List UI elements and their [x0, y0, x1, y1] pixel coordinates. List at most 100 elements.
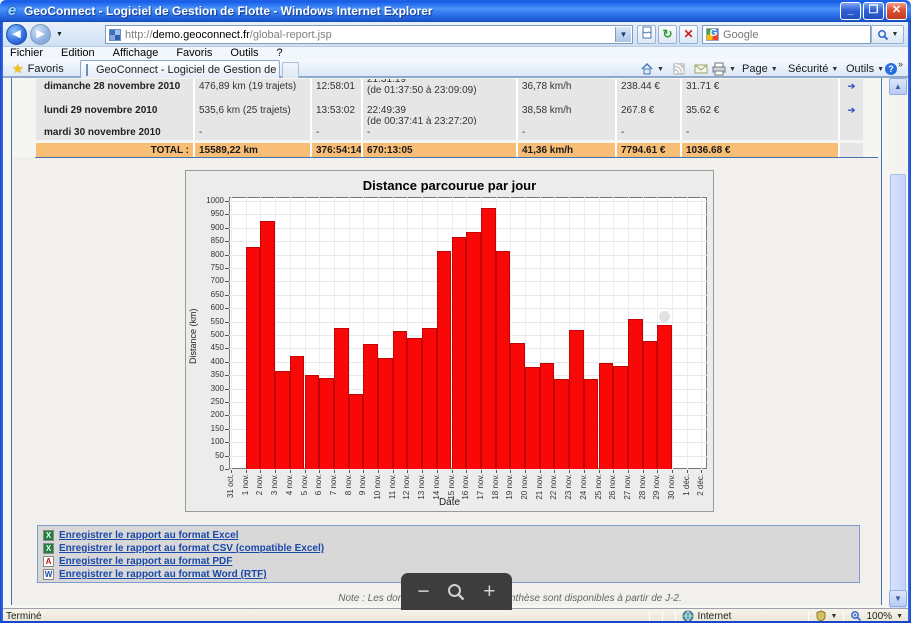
refresh-button[interactable]: ↻ — [658, 25, 677, 44]
chart-title: Distance parcourue par jour — [186, 178, 713, 193]
page-menu-button[interactable]: Page▼ — [742, 61, 778, 77]
total-cell: 41,36 km/h — [518, 143, 617, 157]
search-box[interactable]: G — [702, 25, 871, 44]
export-link[interactable]: Enregistrer le rapport au format PDF — [59, 556, 232, 567]
security-menu-button[interactable]: Sécurité▼ — [788, 61, 838, 77]
watermark-dot — [659, 311, 670, 322]
x-axis-tick — [525, 470, 526, 473]
y-axis-tick-label: 600 — [198, 304, 224, 312]
gridline-h — [229, 228, 707, 229]
search-input[interactable] — [723, 29, 853, 41]
table-cell: mardi 30 novembre 2010 — [36, 125, 195, 140]
menu-item-affichage[interactable]: Affichage — [113, 47, 159, 59]
history-dropdown-icon[interactable]: ▼ — [56, 31, 63, 38]
status-text: Terminé — [0, 611, 643, 622]
read-mail-button[interactable] — [694, 61, 708, 77]
table-bottom-rule — [35, 157, 878, 158]
window-title: GeoConnect - Logiciel de Gestion de Flot… — [24, 4, 433, 18]
export-link[interactable]: Enregistrer le rapport au format CSV (co… — [59, 543, 324, 554]
address-field[interactable]: http://demo.geoconnect.fr/global-report.… — [105, 25, 633, 44]
x-axis-tick — [334, 470, 335, 473]
row-detail-arrow-icon[interactable]: ➔ — [848, 81, 856, 91]
y-axis-tick — [225, 255, 229, 256]
chart-bar — [599, 363, 614, 469]
excel-file-icon: X — [43, 530, 54, 541]
mail-icon — [694, 62, 708, 76]
x-axis-tick-label: 1 nov. — [241, 474, 250, 495]
chart-bar — [363, 344, 378, 469]
zoom-out-button[interactable]: − — [417, 581, 429, 602]
row-detail-arrow-icon[interactable]: ➔ — [848, 105, 856, 115]
help-button[interactable]: ? — [884, 61, 898, 77]
maximize-button[interactable]: ❐ — [863, 2, 884, 20]
y-axis-tick-label: 1000 — [198, 197, 224, 205]
title-bar[interactable]: e GeoConnect - Logiciel de Gestion de Fl… — [0, 0, 911, 22]
export-link[interactable]: Enregistrer le rapport au format Excel — [59, 530, 239, 541]
home-dropdown-icon[interactable]: ▼ — [657, 66, 664, 73]
chart-bar — [554, 379, 569, 469]
print-dropdown-icon[interactable]: ▼ — [729, 66, 736, 73]
menu-item-fichier[interactable]: Fichier — [10, 47, 43, 59]
favorites-button[interactable]: ★ Favoris — [6, 61, 70, 77]
x-axis-tick-label: 11 nov. — [388, 474, 397, 499]
x-axis-tick — [657, 470, 658, 473]
menu-item-?[interactable]: ? — [277, 47, 283, 59]
close-button[interactable]: ✕ — [886, 2, 907, 20]
menu-item-favoris[interactable]: Favoris — [176, 47, 212, 59]
tab-geoconnect[interactable]: GeoConnect - Logiciel de Gestion de Flot… — [80, 60, 280, 78]
tools-menu-button[interactable]: Outils▼ — [846, 61, 884, 77]
x-axis-tick — [275, 470, 276, 473]
x-axis-tick — [290, 470, 291, 473]
vertical-scrollbar[interactable]: ▲ ▼ — [889, 78, 907, 607]
zoom-dropdown-icon[interactable]: ▼ — [896, 613, 903, 620]
feeds-button[interactable] — [672, 61, 686, 77]
address-dropdown-button[interactable]: ▼ — [615, 27, 631, 42]
total-cell: 1036.68 € — [682, 143, 840, 157]
menu-item-outils[interactable]: Outils — [230, 47, 258, 59]
table-cell: 36,78 km/h — [518, 79, 617, 103]
table-cell: 238.44 € — [617, 79, 682, 103]
y-axis-tick — [225, 442, 229, 443]
magnifier-icon — [877, 29, 889, 41]
print-button[interactable]: ▼ — [712, 61, 736, 77]
y-axis-tick-label: 250 — [198, 398, 224, 406]
scroll-down-button[interactable]: ▼ — [889, 590, 907, 607]
chart-bar — [525, 367, 540, 469]
home-button[interactable]: ▼ — [640, 61, 664, 77]
table-cell: 476,89 km (19 trajets) — [195, 79, 312, 103]
y-axis-tick-label: 950 — [198, 210, 224, 218]
search-dropdown-icon[interactable]: ▼ — [892, 31, 899, 38]
back-button[interactable]: ◀ — [6, 24, 27, 45]
word-file-icon: W — [43, 569, 54, 580]
chart-bar — [305, 375, 320, 469]
x-axis-tick-label: 7 nov. — [329, 474, 338, 495]
stop-button[interactable]: ✕ — [679, 25, 698, 44]
y-axis-tick — [225, 228, 229, 229]
compatibility-view-button[interactable] — [637, 25, 656, 44]
y-axis-tick — [225, 268, 229, 269]
table-cell: 12:58:01 — [312, 79, 363, 103]
table-cell: dimanche 28 novembre 2010 — [36, 79, 195, 103]
magnifier-zoom-icon[interactable] — [446, 582, 466, 602]
excel-file-icon: X — [43, 543, 54, 554]
export-link[interactable]: Enregistrer le rapport au format Word (R… — [59, 569, 267, 580]
chart-bar — [657, 325, 672, 469]
gridline-v — [672, 197, 673, 469]
chart-bar — [407, 338, 422, 469]
table-cell: - — [363, 125, 518, 140]
search-button[interactable]: ▼ — [871, 25, 904, 44]
scrollbar-thumb[interactable] — [890, 174, 906, 623]
overflow-chevron[interactable]: » — [898, 59, 903, 69]
zoom-in-button[interactable]: + — [483, 581, 495, 602]
minimize-button[interactable]: _ — [840, 2, 861, 20]
x-axis-tick — [363, 470, 364, 473]
menu-item-edition[interactable]: Edition — [61, 47, 95, 59]
x-axis-tick — [422, 470, 423, 473]
protected-mode-dropdown-icon[interactable]: ▼ — [831, 613, 838, 620]
forward-button[interactable]: ▶ — [30, 24, 51, 45]
x-axis-tick — [496, 470, 497, 473]
x-axis-tick — [481, 470, 482, 473]
new-tab-button[interactable] — [282, 62, 299, 78]
chart-bar — [613, 366, 628, 469]
scroll-up-button[interactable]: ▲ — [889, 78, 907, 95]
